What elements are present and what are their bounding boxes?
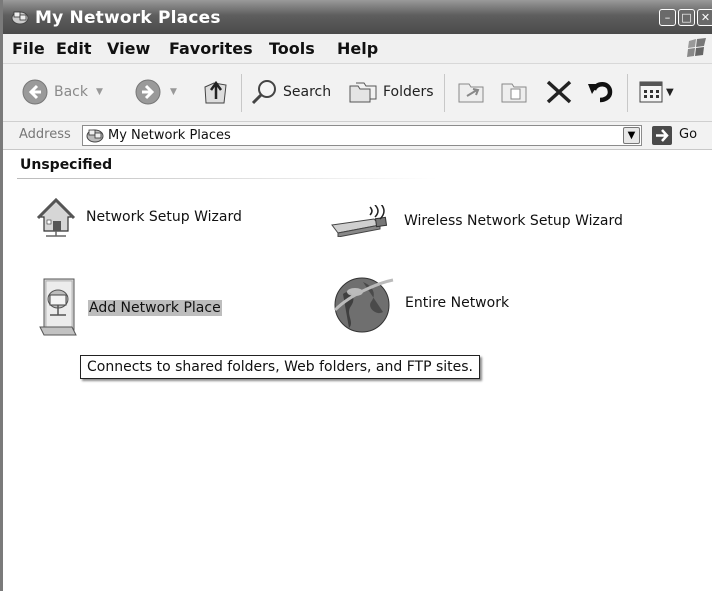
delete-x-icon xyxy=(546,80,572,104)
menu-favorites[interactable]: Favorites xyxy=(169,39,253,58)
item-network-setup-wizard[interactable]: Network Setup Wizard xyxy=(36,197,242,237)
search-label: Search xyxy=(283,84,332,100)
copy-to-icon xyxy=(501,83,527,103)
group-header: Unspecified xyxy=(20,157,113,173)
menu-view[interactable]: View xyxy=(107,39,150,58)
minimize-button[interactable]: – xyxy=(659,9,676,26)
network-places-icon xyxy=(86,129,104,143)
folders-label: Folders xyxy=(383,84,434,100)
go-arrow-icon[interactable] xyxy=(652,126,672,145)
back-arrow-icon xyxy=(22,79,48,105)
delete-button[interactable] xyxy=(544,78,574,106)
item-label: Entire Network xyxy=(405,295,510,311)
network-places-icon xyxy=(11,11,29,25)
back-dropdown-icon[interactable]: ▼ xyxy=(96,87,103,97)
forward-dropdown-icon[interactable]: ▼ xyxy=(170,87,177,97)
windows-logo-icon xyxy=(687,38,706,57)
maximize-button[interactable]: □ xyxy=(678,9,695,26)
item-entire-network[interactable]: Entire Network xyxy=(333,272,509,334)
house-network-icon xyxy=(36,197,76,237)
go-button[interactable]: Go xyxy=(679,127,697,142)
toolbar-separator xyxy=(627,74,628,112)
address-label: Address xyxy=(19,127,71,142)
folders-icon xyxy=(349,82,377,103)
address-dropdown-icon[interactable]: ▼ xyxy=(623,127,640,144)
views-grid-icon xyxy=(639,81,663,103)
toolbar-separator xyxy=(444,74,445,112)
item-label: Wireless Network Setup Wizard xyxy=(404,213,623,229)
forward-button[interactable]: ▼ xyxy=(134,78,177,106)
views-button[interactable]: ▼ xyxy=(639,81,674,103)
move-to-button[interactable] xyxy=(457,78,487,106)
undo-icon xyxy=(588,82,613,103)
toolbar-separator xyxy=(241,74,242,112)
move-to-icon xyxy=(458,83,484,103)
explorer-window: My Network Places – □ ✕ File Edit View F… xyxy=(0,0,712,591)
add-network-place-icon xyxy=(39,278,77,336)
address-bar: Address My Network Places ▼ Go xyxy=(3,122,712,150)
item-wireless-network-setup-wizard[interactable]: Wireless Network Setup Wizard xyxy=(330,205,623,237)
search-icon xyxy=(251,80,276,105)
item-label: Add Network Place xyxy=(88,300,222,316)
back-button[interactable]: Back ▼ xyxy=(21,78,103,106)
back-label: Back xyxy=(54,84,88,100)
title-bar[interactable]: My Network Places – □ ✕ xyxy=(3,0,712,34)
wireless-adapter-icon xyxy=(331,205,388,237)
item-add-network-place[interactable]: Add Network Place xyxy=(38,277,222,339)
undo-button[interactable] xyxy=(586,78,616,106)
folders-button[interactable]: Folders xyxy=(348,78,434,106)
tooltip: Connects to shared folders, Web folders,… xyxy=(80,355,480,379)
address-value: My Network Places xyxy=(108,128,231,143)
menu-help[interactable]: Help xyxy=(337,39,378,58)
menu-bar: File Edit View Favorites Tools Help xyxy=(3,34,712,64)
address-input[interactable]: My Network Places ▼ xyxy=(82,125,642,146)
close-button[interactable]: ✕ xyxy=(697,9,712,26)
item-label: Network Setup Wizard xyxy=(86,209,242,225)
globe-icon xyxy=(333,277,394,333)
menu-edit[interactable]: Edit xyxy=(56,39,92,58)
search-button[interactable]: Search xyxy=(250,78,331,106)
group-divider xyxy=(17,178,437,179)
copy-to-button[interactable] xyxy=(500,78,530,106)
views-dropdown-icon[interactable]: ▼ xyxy=(666,87,674,98)
toolbar: Back ▼ ▼ Search Folders ▼ xyxy=(3,64,712,122)
up-folder-button[interactable] xyxy=(202,77,230,107)
up-folder-icon xyxy=(204,80,227,104)
menu-file[interactable]: File xyxy=(12,39,45,58)
file-view[interactable]: Unspecified Network Setup Wizard Wireles… xyxy=(3,150,712,591)
forward-arrow-icon xyxy=(135,79,161,105)
menu-tools[interactable]: Tools xyxy=(269,39,315,58)
window-title: My Network Places xyxy=(35,8,221,28)
